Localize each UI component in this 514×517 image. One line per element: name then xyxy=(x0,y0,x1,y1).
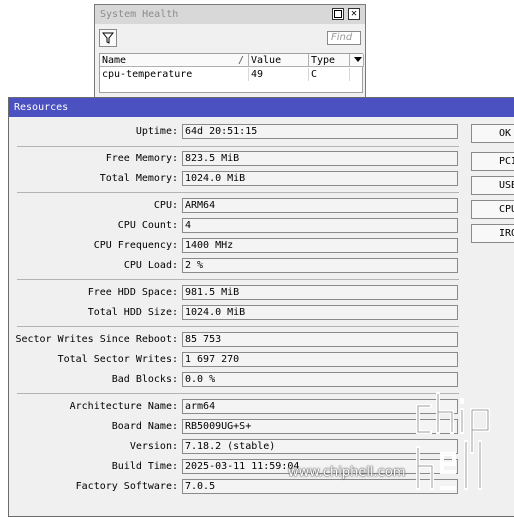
uptime-label: Uptime: xyxy=(135,126,178,137)
irq-button[interactable]: IRQ xyxy=(471,224,514,243)
cpu-count-label: CPU Count: xyxy=(117,220,178,231)
table-row[interactable]: cpu-temperature 49 C xyxy=(100,68,362,81)
ok-button[interactable]: OK xyxy=(471,124,514,143)
cpu-frequency-label: CPU Frequency: xyxy=(93,240,178,251)
system-health-titlebar[interactable]: System Health ✕ xyxy=(95,5,365,24)
restore-window-icon[interactable] xyxy=(332,8,344,20)
free-hdd-label: Free HDD Space: xyxy=(87,287,178,298)
window-title: System Health xyxy=(100,9,179,20)
cpu-load-field: 2 % xyxy=(182,258,458,273)
version-label: Version: xyxy=(129,441,178,452)
factory-software-label: Factory Software: xyxy=(75,481,178,492)
resources-titlebar[interactable]: Resources xyxy=(9,98,514,117)
total-memory-field: 1024.0 MiB xyxy=(182,171,458,186)
cell-value: 49 xyxy=(249,68,309,81)
architecture-name-label: Architecture Name: xyxy=(69,401,178,412)
total-sector-writes-label: Total Sector Writes: xyxy=(57,354,178,365)
system-health-window: System Health ✕ Find Name / Value Type c… xyxy=(94,4,366,98)
cell-name: cpu-temperature xyxy=(100,68,249,81)
separator xyxy=(17,393,459,394)
window-title: Resources xyxy=(14,102,69,113)
total-hdd-field: 1024.0 MiB xyxy=(182,305,458,320)
total-hdd-label: Total HDD Size: xyxy=(87,307,178,318)
cpu-field: ARM64 xyxy=(182,198,458,213)
cpu-load-label: CPU Load: xyxy=(123,260,178,271)
watermark-text: www.chiphell.com xyxy=(288,465,406,480)
free-memory-field: 823.5 MiB xyxy=(182,151,458,166)
build-time-label: Build Time: xyxy=(111,461,178,472)
filter-button[interactable] xyxy=(99,29,117,47)
sort-indicator-icon: / xyxy=(237,55,244,66)
uptime-field: 64d 20:51:15 xyxy=(182,124,458,139)
filter-icon xyxy=(102,32,114,44)
board-name-label: Board Name: xyxy=(111,421,178,432)
close-icon[interactable]: ✕ xyxy=(348,8,360,20)
cpu-label: CPU: xyxy=(153,200,178,211)
separator xyxy=(17,279,459,280)
table-header: Name / Value Type xyxy=(100,54,364,68)
usb-button[interactable]: USB xyxy=(471,176,514,195)
health-table: Name / Value Type cpu-temperature 49 C xyxy=(99,53,364,93)
cpu-button[interactable]: CPU xyxy=(471,200,514,219)
pci-button[interactable]: PCI xyxy=(471,152,514,171)
total-sector-writes-field: 1 697 270 xyxy=(182,352,458,367)
cpu-frequency-field: 1400 MHz xyxy=(182,238,458,253)
column-header-name[interactable]: Name / xyxy=(100,54,249,67)
bad-blocks-field: 0.0 % xyxy=(182,372,458,387)
total-memory-label: Total Memory: xyxy=(99,173,178,184)
cpu-count-field: 4 xyxy=(182,218,458,233)
separator xyxy=(17,146,459,147)
column-header-value[interactable]: Value xyxy=(249,54,309,67)
free-memory-label: Free Memory: xyxy=(105,153,178,164)
separator xyxy=(17,192,459,193)
separator xyxy=(17,326,459,327)
dropdown-arrow-icon xyxy=(353,57,362,62)
sector-writes-label: Sector Writes Since Reboot: xyxy=(15,334,178,345)
column-menu-button[interactable] xyxy=(350,54,364,67)
find-input[interactable]: Find xyxy=(327,31,361,45)
column-header-type[interactable]: Type xyxy=(309,54,350,67)
sector-writes-field: 85 753 xyxy=(182,332,458,347)
free-hdd-field: 981.5 MiB xyxy=(182,285,458,300)
cell-type: C xyxy=(309,68,350,81)
chiphell-logo-watermark xyxy=(416,392,490,490)
bad-blocks-label: Bad Blocks: xyxy=(111,374,178,385)
